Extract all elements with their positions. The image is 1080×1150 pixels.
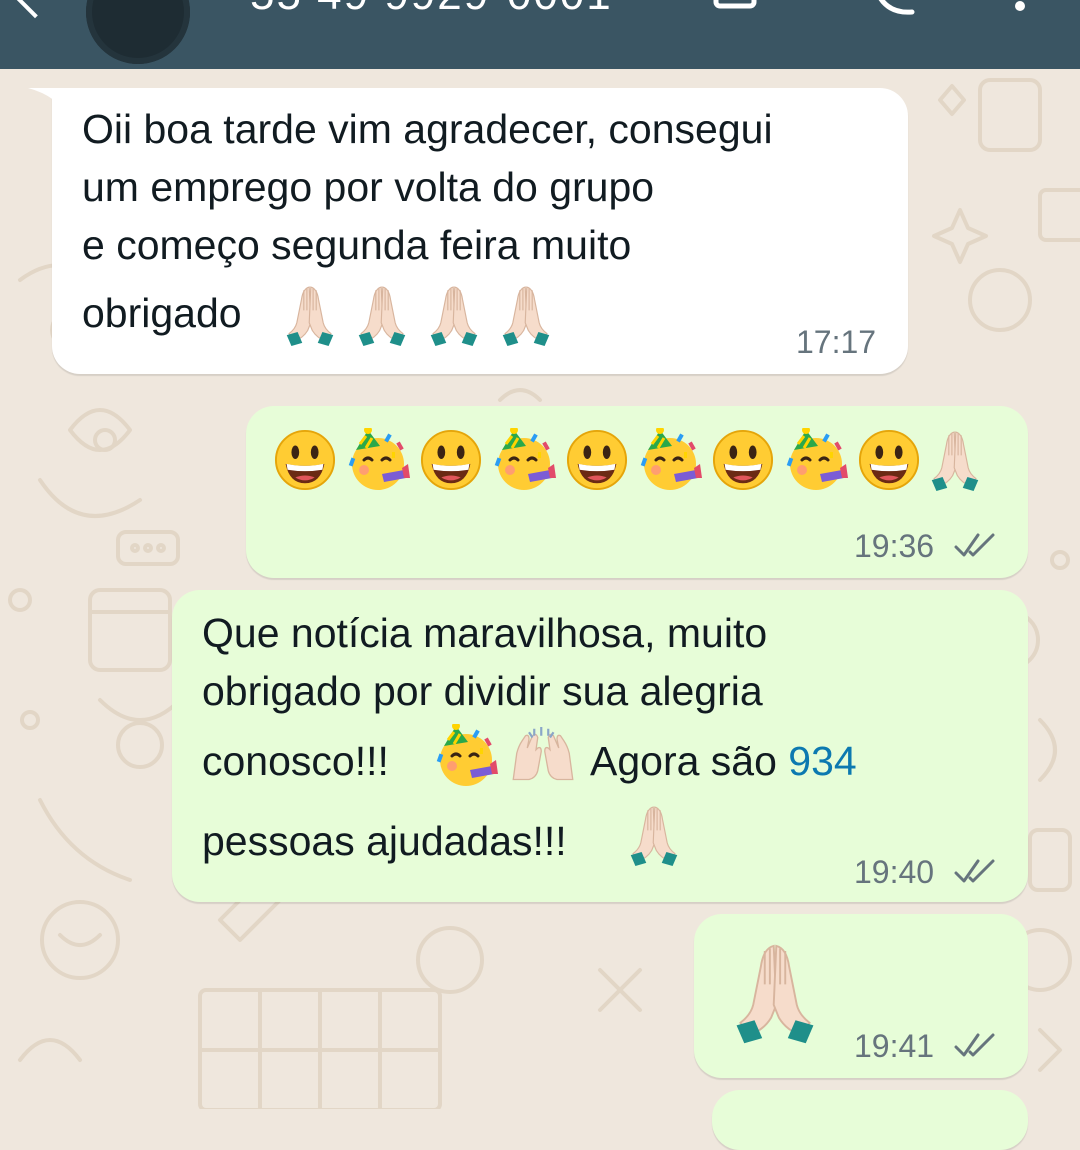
message-text-line: obrigado xyxy=(82,290,242,336)
read-receipt-icon xyxy=(954,1032,998,1060)
message-text-segment: Agora são xyxy=(590,738,789,784)
message-text-line: e começo segunda feira muito xyxy=(82,222,632,268)
read-receipt-icon xyxy=(954,532,998,560)
grinning-face-emoji-icon xyxy=(274,429,336,491)
message-timestamp: 19:41 xyxy=(854,1028,935,1064)
contact-avatar[interactable] xyxy=(86,0,190,64)
folded-hands-emoji-icon xyxy=(500,284,552,346)
grinning-face-emoji-icon xyxy=(420,429,482,491)
message-text-line: conosco!!! xyxy=(202,738,389,784)
voice-call-icon[interactable] xyxy=(872,0,920,18)
message-bubble-outgoing[interactable]: 19:36 xyxy=(246,406,1028,578)
read-receipt-icon xyxy=(954,858,998,886)
folded-hands-emoji-icon xyxy=(284,284,336,346)
partying-face-emoji-icon xyxy=(492,428,556,492)
message-bubble-outgoing-partial[interactable] xyxy=(712,1090,1028,1150)
message-timestamp: 19:36 xyxy=(854,528,935,564)
message-text-line: um emprego por volta do grupo xyxy=(82,164,655,210)
partying-face-emoji-icon xyxy=(346,428,410,492)
back-arrow-icon[interactable] xyxy=(13,0,57,19)
message-bubble-incoming[interactable]: Oii boa tarde vim agradecer, consegui um… xyxy=(52,88,908,374)
message-bubble-outgoing[interactable]: Que notícia maravilhosa, muito obrigado … xyxy=(172,590,1028,902)
message-text-line: Oii boa tarde vim agradecer, consegui xyxy=(82,106,773,152)
folded-hands-emoji-icon xyxy=(734,938,816,1046)
message-timestamp: 19:40 xyxy=(854,854,935,890)
message-text-line: obrigado por dividir sua alegria xyxy=(202,668,763,714)
message-text-line: pessoas ajudadas!!! xyxy=(202,818,567,864)
bubble-tail xyxy=(28,88,68,118)
folded-hands-emoji-icon xyxy=(628,804,680,866)
contact-title[interactable]: 55 49 9929-0001 xyxy=(250,0,613,20)
video-call-icon[interactable] xyxy=(712,0,772,20)
grinning-face-emoji-icon xyxy=(858,429,920,491)
grinning-face-emoji-icon xyxy=(712,429,774,491)
grinning-face-emoji-icon xyxy=(566,429,628,491)
message-text-line: Que notícia maravilhosa, muito xyxy=(202,610,768,656)
folded-hands-emoji-icon xyxy=(356,284,408,346)
more-options-icon[interactable] xyxy=(1010,0,1030,20)
partying-face-emoji-icon xyxy=(784,428,848,492)
folded-hands-emoji-icon xyxy=(428,284,480,346)
folded-hands-emoji-icon xyxy=(930,429,980,491)
message-bubble-outgoing[interactable]: 19:41 xyxy=(694,914,1028,1078)
partying-face-emoji-icon xyxy=(434,724,498,788)
message-timestamp: 17:17 xyxy=(796,324,877,360)
chat-header: 55 49 9929-0001 xyxy=(0,0,1080,69)
raising-hands-emoji-icon xyxy=(508,726,578,784)
phone-number-link[interactable]: 934 xyxy=(788,738,856,784)
message-text-line: Agora são 934 xyxy=(590,732,857,790)
partying-face-emoji-icon xyxy=(638,428,702,492)
